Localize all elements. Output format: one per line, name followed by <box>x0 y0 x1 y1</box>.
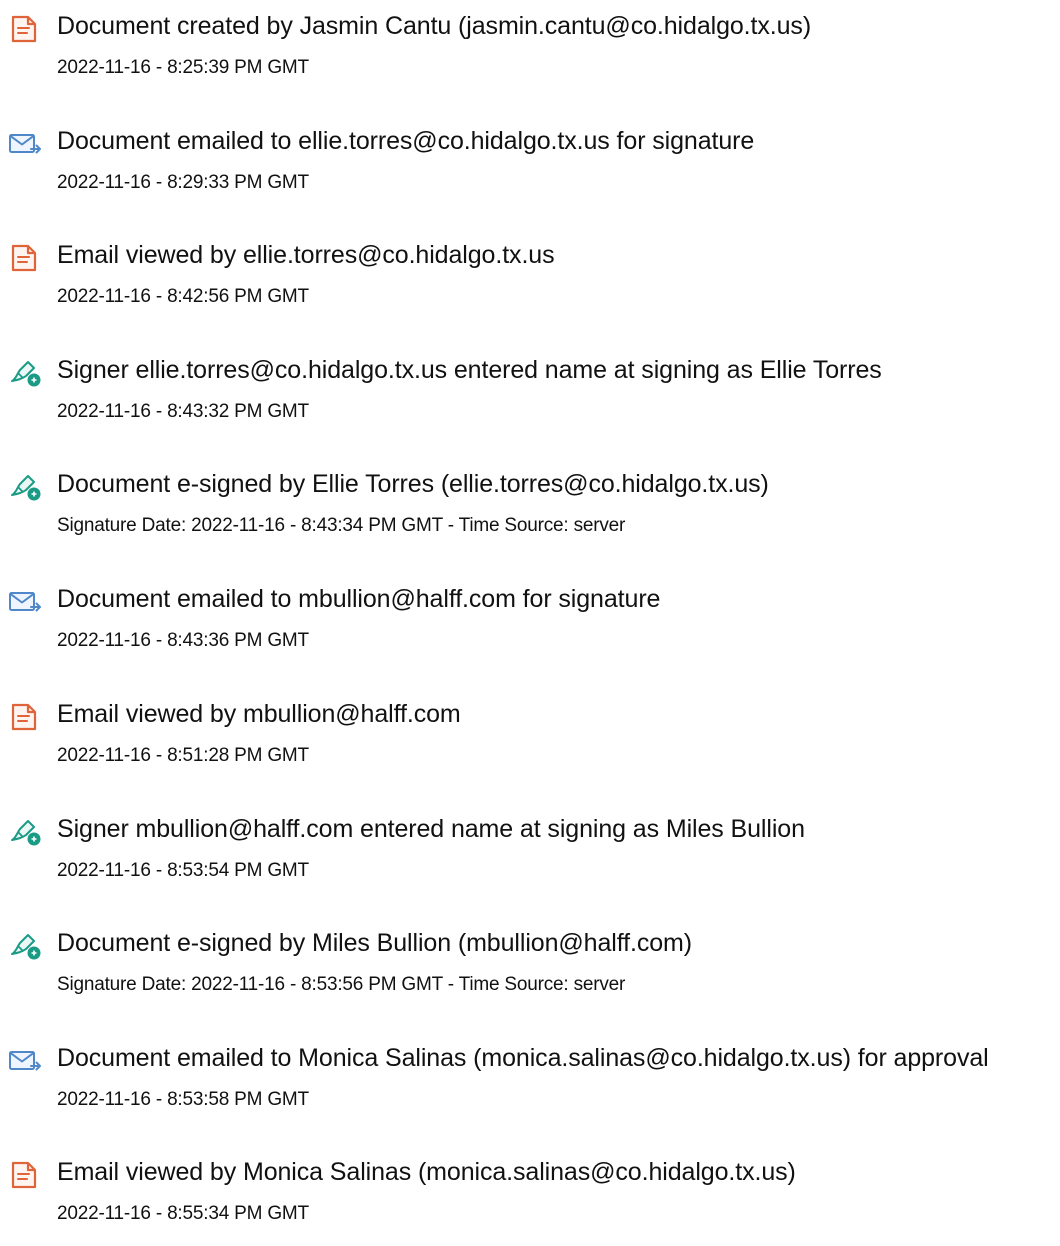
audit-event: Signer mbullion@halff.com entered name a… <box>0 803 1060 903</box>
event-title: Document emailed to Monica Salinas (moni… <box>57 1044 989 1072</box>
event-title: Signer ellie.torres@co.hidalgo.tx.us ent… <box>57 356 882 384</box>
event-timestamp: 2022-11-16 - 8:53:58 PM GMT <box>57 1089 309 1110</box>
event-title: Document e-signed by Ellie Torres (ellie… <box>57 470 769 498</box>
event-timestamp: 2022-11-16 - 8:29:33 PM GMT <box>57 172 309 193</box>
email-icon <box>8 129 44 159</box>
event-timestamp: 2022-11-16 - 8:25:39 PM GMT <box>57 57 309 78</box>
audit-event: Document emailed to ellie.torres@co.hida… <box>0 115 1060 215</box>
event-timestamp: 2022-11-16 - 8:51:28 PM GMT <box>57 745 309 766</box>
document-icon <box>8 702 44 732</box>
event-timestamp: 2022-11-16 - 8:43:32 PM GMT <box>57 401 309 422</box>
event-timestamp: 2022-11-16 - 8:43:36 PM GMT <box>57 630 309 651</box>
event-timestamp: 2022-11-16 - 8:53:54 PM GMT <box>57 860 309 881</box>
event-title: Email viewed by ellie.torres@co.hidalgo.… <box>57 241 555 269</box>
event-title: Document emailed to ellie.torres@co.hida… <box>57 127 755 155</box>
email-icon <box>8 587 44 617</box>
audit-event: Email viewed by ellie.torres@co.hidalgo.… <box>0 229 1060 329</box>
event-title: Signer mbullion@halff.com entered name a… <box>57 815 805 843</box>
event-timestamp: 2022-11-16 - 8:42:56 PM GMT <box>57 286 309 307</box>
email-icon <box>8 1046 44 1076</box>
audit-event: Document emailed to Monica Salinas (moni… <box>0 1032 1060 1132</box>
event-timestamp: 2022-11-16 - 8:55:34 PM GMT <box>57 1203 309 1224</box>
event-signature-date: Signature Date: 2022-11-16 - 8:43:34 PM … <box>57 515 626 536</box>
audit-event: Document created by Jasmin Cantu (jasmin… <box>0 0 1060 100</box>
document-icon <box>8 14 44 44</box>
sign-icon <box>8 472 44 502</box>
document-icon <box>8 243 44 273</box>
event-title: Document emailed to mbullion@halff.com f… <box>57 585 661 613</box>
audit-event: Document e-signed by Miles Bullion (mbul… <box>0 917 1060 1017</box>
audit-event: Signer ellie.torres@co.hidalgo.tx.us ent… <box>0 344 1060 444</box>
audit-event: Document e-signed by Ellie Torres (ellie… <box>0 458 1060 558</box>
event-title: Document created by Jasmin Cantu (jasmin… <box>57 12 812 40</box>
document-icon <box>8 1160 44 1190</box>
audit-event: Email viewed by mbullion@halff.com 2022-… <box>0 688 1060 788</box>
sign-icon <box>8 931 44 961</box>
sign-icon <box>8 358 44 388</box>
audit-event: Document emailed to mbullion@halff.com f… <box>0 573 1060 673</box>
audit-event: Email viewed by Monica Salinas (monica.s… <box>0 1146 1060 1246</box>
event-title: Email viewed by Monica Salinas (monica.s… <box>57 1158 796 1186</box>
sign-icon <box>8 817 44 847</box>
event-title: Email viewed by mbullion@halff.com <box>57 700 461 728</box>
event-signature-date: Signature Date: 2022-11-16 - 8:53:56 PM … <box>57 974 626 995</box>
event-title: Document e-signed by Miles Bullion (mbul… <box>57 929 692 957</box>
